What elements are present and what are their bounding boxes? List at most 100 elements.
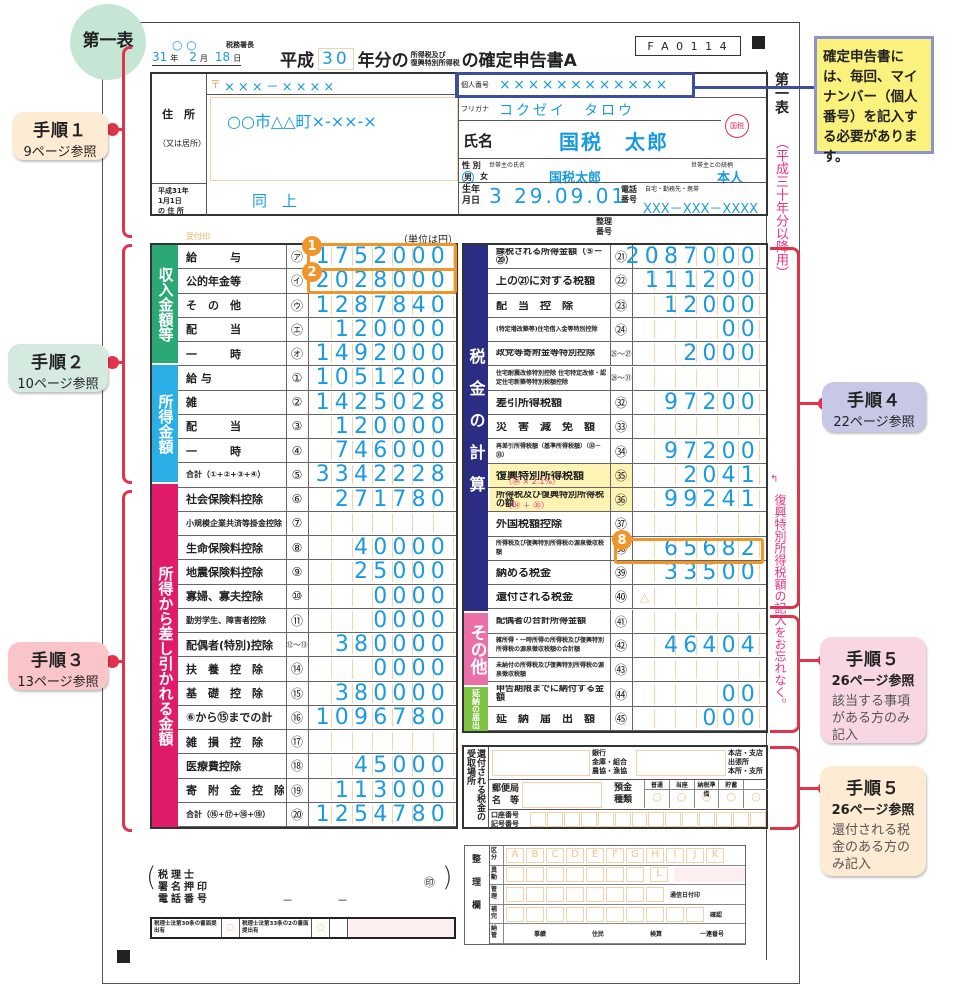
amount-field[interactable]: 2041 [683, 463, 760, 488]
tax-accountant-phone[interactable]: － － [282, 892, 348, 908]
amount-field[interactable]: 1287840 [316, 293, 450, 318]
row-number: ⑤ [291, 467, 303, 482]
post-office-field[interactable] [522, 782, 602, 808]
amount-field[interactable]: 2087000 [626, 244, 760, 269]
row-label: 雑 [186, 396, 197, 410]
amount-field[interactable]: 3342228 [316, 462, 450, 487]
amount-field[interactable]: 97200 [664, 390, 760, 415]
row-number: ㉓ [614, 298, 627, 313]
amount-field[interactable]: 746000 [335, 438, 450, 463]
amount-field[interactable]: 120000 [335, 414, 450, 439]
amount-field[interactable]: 1425028 [316, 390, 450, 415]
income-section-label: 収入金額等 [152, 245, 178, 363]
row-label: 一 時 [186, 444, 241, 458]
row-number: ⑩ [291, 589, 303, 604]
row-number: ⑱ [290, 759, 303, 774]
step2-callout: 手順２ 10ページ参照 [8, 344, 108, 392]
row-label: 扶 養 控 除 [186, 662, 263, 676]
step3-callout: 手順３ 13ページ参照 [8, 642, 108, 690]
submission-date[interactable]: 31 年 2月 18 日 [152, 50, 242, 66]
amount-field[interactable]: 1254780 [316, 802, 450, 827]
furigana-field[interactable]: コクゼイ タロウ [499, 100, 635, 120]
table-row: 政党等寄附金等特別控除 ㉕〜㉗ 2000 [464, 341, 766, 367]
row-label: 雑所得・一時所得の所得税及び復興特別所得税の源泉徴収税額の合計額 [496, 637, 605, 654]
amount-field[interactable]: 46404 [664, 633, 760, 658]
amount-field[interactable]: △ [640, 590, 654, 604]
amount-field[interactable]: 380000 [335, 632, 450, 657]
name-field[interactable]: 国税 太郎 [559, 126, 669, 155]
table-row: 一 時 ㋔ 1492000 [152, 341, 456, 367]
relation-field[interactable]: 本人 [717, 167, 743, 186]
branch-name-field[interactable] [636, 750, 726, 776]
amount-field[interactable]: 000 [702, 706, 760, 731]
table-row: 災 害 減 免 額 ㉝ [464, 415, 766, 440]
row-number: ㉘〜㉛ [610, 374, 632, 383]
mynumber-field[interactable]: ×××××××××××× [499, 77, 670, 93]
art30-checkbox[interactable]: ○ [222, 919, 240, 937]
amount-field[interactable]: 25000 [354, 559, 450, 584]
row-label: 未納付の所得税及び復興特別所得税の源泉徴収税額 [496, 661, 605, 678]
account-type-option[interactable]: 貯蓄 ○ [718, 780, 744, 808]
row-number: ⑫〜⑬ [286, 640, 308, 649]
other-section-label: その他 [464, 613, 488, 685]
amount-field[interactable]: 1492000 [316, 341, 450, 366]
postal-code-field[interactable]: ×××－×××× [224, 76, 337, 95]
amount-field[interactable]: 0000 [373, 584, 450, 609]
row-number: ㉟ [614, 468, 627, 483]
amount-field[interactable]: 111200 [645, 268, 760, 293]
row-number: ③ [291, 419, 303, 434]
row-number: ㉕〜㉗ [610, 349, 632, 358]
row-number: ㊹ [614, 687, 627, 702]
row-label: 公的年金等 [186, 274, 241, 288]
marker-1: 1 [302, 236, 322, 256]
account-type-option[interactable]: ○ [743, 780, 768, 808]
table-row: 基 礎 控 除 ⑮ 380000 [152, 681, 456, 706]
row-number: ㋒ [290, 298, 303, 313]
table-row: 所得税及び復興特別所得税の額 （㉞ ＋ ㉟）㊱ 99241 [464, 487, 766, 513]
amount-field[interactable]: 1051200 [316, 365, 450, 390]
prev-address-field[interactable]: 同 上 [252, 190, 297, 211]
bank-name-field[interactable] [492, 750, 590, 776]
title-year[interactable]: 30 [318, 47, 354, 70]
amount-field[interactable]: 113000 [335, 778, 450, 803]
mynumber-note: 確定申告書には、毎回、マイナンバー（個人番号）を記入する必要があります。 [814, 36, 934, 165]
row-number: ① [291, 370, 303, 385]
account-number-field[interactable] [530, 812, 766, 827]
table-row: 配偶者の合計所得金額 ㊶ [464, 609, 766, 634]
phone-field[interactable]: XXX－XXX－XXXX [643, 198, 758, 217]
amount-field[interactable]: 271780 [335, 487, 450, 512]
row-number: ㊱ [614, 493, 627, 508]
amount-field[interactable]: 120000 [335, 317, 450, 342]
row-number: ㋔ [290, 347, 303, 362]
row-number: ㉝ [614, 420, 627, 435]
amount-field[interactable]: 97200 [664, 439, 760, 464]
amount-field[interactable]: 380000 [335, 681, 450, 706]
amount-field[interactable]: 00 [722, 317, 760, 342]
office-row: 補完 確認 [490, 904, 745, 925]
step1-callout: 手順１ 9ページ参照 [12, 112, 108, 160]
amount-field[interactable]: 1096780 [316, 705, 450, 730]
table-row: 納める税金㊴ 33500 [464, 560, 766, 586]
amount-field[interactable]: 00 [722, 682, 760, 707]
amount-field[interactable]: 2000 [683, 341, 760, 366]
account-type-option[interactable]: 当座 ○ [668, 780, 694, 808]
row-label: 納める税金 [496, 568, 551, 578]
table-row: 未納付の所得税及び復興特別所得税の源泉徴収税額㊸ [464, 658, 766, 683]
account-type-option[interactable]: 納税準備 ○ [693, 780, 719, 808]
amount-field[interactable]: 40000 [354, 535, 450, 560]
art33-checkbox[interactable]: ○ [312, 919, 330, 937]
birthdate-field[interactable]: 3 29.09.01 [489, 184, 627, 208]
form-code: F A 0 1 1 4 [635, 36, 741, 56]
income-deduction-table: 給 与㋐ 1752000 公的年金等㋑ 2028000 そ の 他㋒ 1287840 配 当… [150, 243, 458, 829]
row-number: ㉜ [614, 395, 627, 410]
office-use-table: 整理欄 区分 A B C D E F G H I J K 異動 L 管理 通信日付印 補完 確認 納管 事績 住民 検算一… [464, 845, 746, 945]
address-field[interactable]: ○○市△△町×-××-× [210, 97, 458, 181]
amount-field[interactable]: 99241 [664, 487, 760, 512]
table-row: (特定増改築等)住宅借入金等特別控除 ㉔ 00 [464, 317, 766, 343]
amount-field[interactable]: 45000 [354, 753, 450, 778]
amount-field[interactable]: 0000 [373, 656, 450, 681]
amount-field[interactable]: 12000 [664, 293, 760, 318]
amount-field[interactable]: 0000 [373, 608, 450, 633]
account-type-option[interactable]: 普通 ○ [644, 780, 669, 808]
row-label: 合計（⑯+⑰+⑱+⑲） [186, 809, 271, 819]
